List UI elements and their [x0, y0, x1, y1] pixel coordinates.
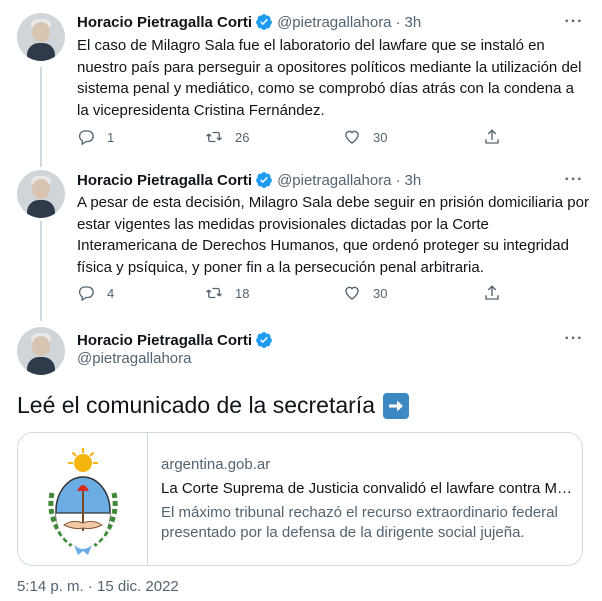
- retweet-count: 18: [235, 285, 250, 301]
- author-handle[interactable]: @pietragallahora: [277, 14, 391, 31]
- tweet[interactable]: Horacio Pietragalla Corti @pietragallaho…: [0, 0, 602, 160]
- tweet[interactable]: Horacio Pietragalla Corti @pietragallaho…: [0, 160, 602, 320]
- like-button[interactable]: 30: [343, 128, 387, 146]
- retweet-icon: [206, 131, 222, 143]
- separator: ·: [395, 13, 401, 31]
- link-card-title: La Corte Suprema de Justicia convalidó e…: [161, 480, 575, 497]
- share-icon: [485, 129, 499, 144]
- main-tweet-text-row: Leé el comunicado de la secretaría: [17, 392, 409, 419]
- more-icon[interactable]: ···: [564, 14, 584, 36]
- retweet-button[interactable]: 26: [205, 128, 249, 146]
- retweet-button[interactable]: 18: [205, 284, 249, 302]
- verified-badge-icon: [256, 14, 272, 30]
- avatar[interactable]: [17, 13, 65, 61]
- share-icon: [485, 285, 499, 300]
- retweet-icon: [206, 287, 222, 299]
- heart-icon: [345, 130, 359, 144]
- link-card-domain: argentina.gob.ar: [161, 456, 271, 473]
- verified-badge-icon: [256, 332, 272, 348]
- tweet-time[interactable]: 3h: [405, 172, 422, 189]
- share-button[interactable]: [483, 284, 501, 302]
- avatar[interactable]: [17, 170, 65, 218]
- tweet-header: Horacio Pietragalla Corti @pietragallaho…: [77, 170, 421, 190]
- tweet-header: Horacio Pietragalla Corti @pietragallaho…: [77, 12, 421, 32]
- tweet-time[interactable]: 3h: [405, 14, 422, 31]
- tweet-actions: 4 18 30: [77, 284, 507, 304]
- author-name[interactable]: Horacio Pietragalla Corti: [77, 14, 252, 31]
- more-icon[interactable]: ···: [564, 331, 584, 353]
- reply-icon: [78, 130, 94, 146]
- author-handle[interactable]: @pietragallahora: [277, 172, 391, 189]
- separator: ·: [395, 171, 401, 189]
- like-count: 30: [373, 129, 388, 145]
- retweet-count: 26: [235, 129, 250, 145]
- author-handle[interactable]: @pietragallahora: [77, 350, 191, 367]
- reply-button[interactable]: 1: [77, 128, 114, 146]
- share-button[interactable]: [483, 128, 501, 146]
- reply-icon: [78, 286, 94, 302]
- author-name[interactable]: Horacio Pietragalla Corti: [77, 172, 252, 189]
- like-button[interactable]: 30: [343, 284, 387, 302]
- reply-count: 4: [107, 285, 115, 301]
- main-tweet-text: Leé el comunicado de la secretaría: [17, 392, 375, 418]
- avatar[interactable]: [17, 327, 65, 375]
- link-card[interactable]: argentina.gob.ar La Corte Suprema de Jus…: [17, 432, 583, 566]
- more-icon[interactable]: ···: [564, 172, 584, 194]
- reply-button[interactable]: 4: [77, 284, 114, 302]
- tweet-timestamp[interactable]: 5:14 p. m. · 15 dic. 2022: [17, 578, 179, 595]
- heart-icon: [345, 286, 359, 300]
- author-name[interactable]: Horacio Pietragalla Corti: [77, 332, 252, 349]
- verified-badge-icon: [256, 172, 272, 188]
- tweet-actions: 1 26 30: [77, 128, 507, 148]
- argentina-coat-of-arms-icon: [18, 433, 148, 565]
- tweet-text: El caso de Milagro Sala fue el laborator…: [77, 37, 582, 119]
- reply-count: 1: [107, 129, 115, 145]
- tweet-text: A pesar de esta decisión, Milagro Sala d…: [77, 194, 589, 276]
- right-arrow-emoji: [383, 392, 409, 419]
- link-card-description: El máximo tribunal rechazó el recurso ex…: [161, 504, 558, 541]
- like-count: 30: [373, 285, 388, 301]
- main-tweet-header: Horacio Pietragalla Corti: [77, 330, 273, 350]
